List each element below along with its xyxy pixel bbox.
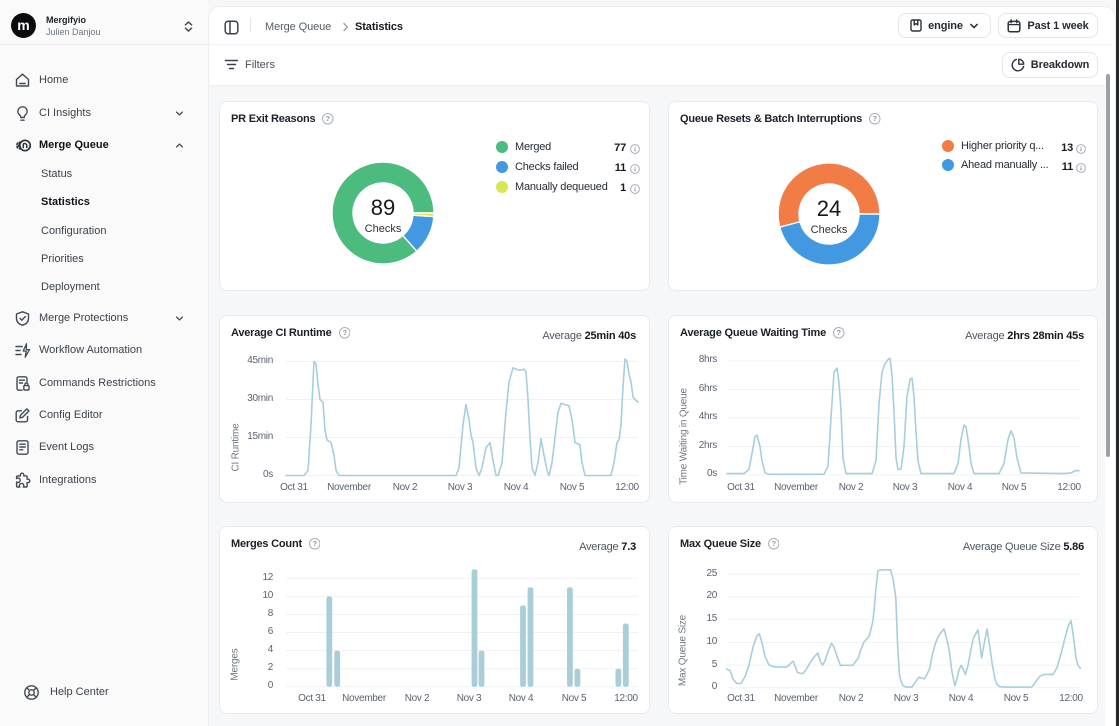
svg-text:?: ? [326, 114, 331, 123]
svg-text:?: ? [873, 114, 878, 123]
